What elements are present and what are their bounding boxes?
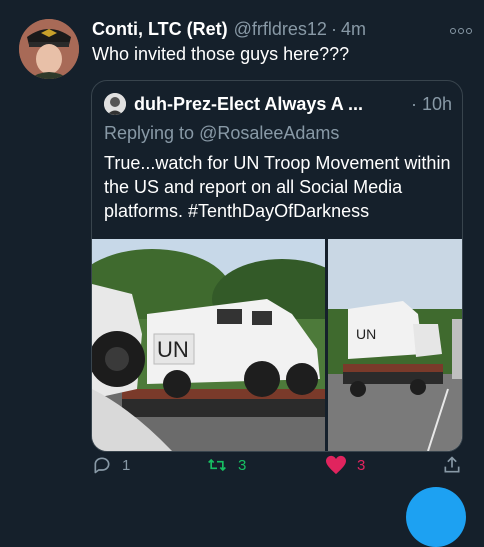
profile-photo: [19, 19, 79, 79]
quoted-tweet[interactable]: duh-Prez-Elect Always A ... · 10h Replyi…: [91, 80, 463, 452]
tweet-text: Who invited those guys here???: [92, 44, 350, 64]
tweet-header: Conti, LTC (Ret) @frfldres12 · 4m: [92, 17, 470, 41]
retweet-button[interactable]: 3: [206, 455, 246, 475]
quoted-tweet-text: True...watch for UN Troop Movement withi…: [104, 153, 451, 221]
share-button[interactable]: [442, 455, 462, 475]
compose-tweet-button[interactable]: [406, 487, 466, 547]
timestamp[interactable]: 4m: [341, 19, 366, 40]
tweet-actions: 1 3 3: [0, 455, 484, 485]
replying-prefix: Replying to: [104, 123, 195, 143]
like-button[interactable]: 3: [325, 455, 365, 475]
quoted-tweet-header: duh-Prez-Elect Always A ... · 10h: [104, 91, 452, 117]
more-options-icon[interactable]: [448, 21, 472, 39]
un-truck-closeup-image: UN: [92, 239, 325, 451]
quoted-time: 10h: [421, 93, 452, 114]
svg-text:UN: UN: [356, 326, 376, 342]
display-name[interactable]: Conti, LTC (Ret): [92, 19, 228, 40]
quoted-display-name: duh-Prez-Elect Always A ...: [134, 93, 364, 114]
reply-count: 1: [122, 456, 131, 474]
quoted-image-2[interactable]: UN: [328, 239, 462, 451]
quoted-separator: ·: [410, 93, 417, 114]
share-icon: [444, 456, 460, 473]
quoted-timestamp: · 10h: [411, 94, 452, 115]
heart-icon: [326, 455, 346, 475]
svg-text:UN: UN: [157, 337, 189, 362]
retweet-icon: [208, 458, 226, 472]
un-truck-highway-image: UN: [328, 239, 462, 451]
separator-dot: ·: [330, 18, 337, 39]
quoted-avatar: [104, 93, 126, 115]
replying-mention[interactable]: @RosaleeAdams: [199, 123, 339, 143]
retweet-count: 3: [238, 456, 247, 474]
like-count: 3: [357, 456, 366, 474]
quoted-image-1[interactable]: UN: [92, 239, 325, 451]
avatar[interactable]: [19, 19, 79, 79]
reply-icon: [94, 457, 110, 474]
reply-button[interactable]: 1: [92, 455, 130, 475]
replying-to-line: Replying to @RosaleeAdams: [104, 123, 339, 144]
user-handle[interactable]: @frfldres12: [234, 19, 327, 40]
